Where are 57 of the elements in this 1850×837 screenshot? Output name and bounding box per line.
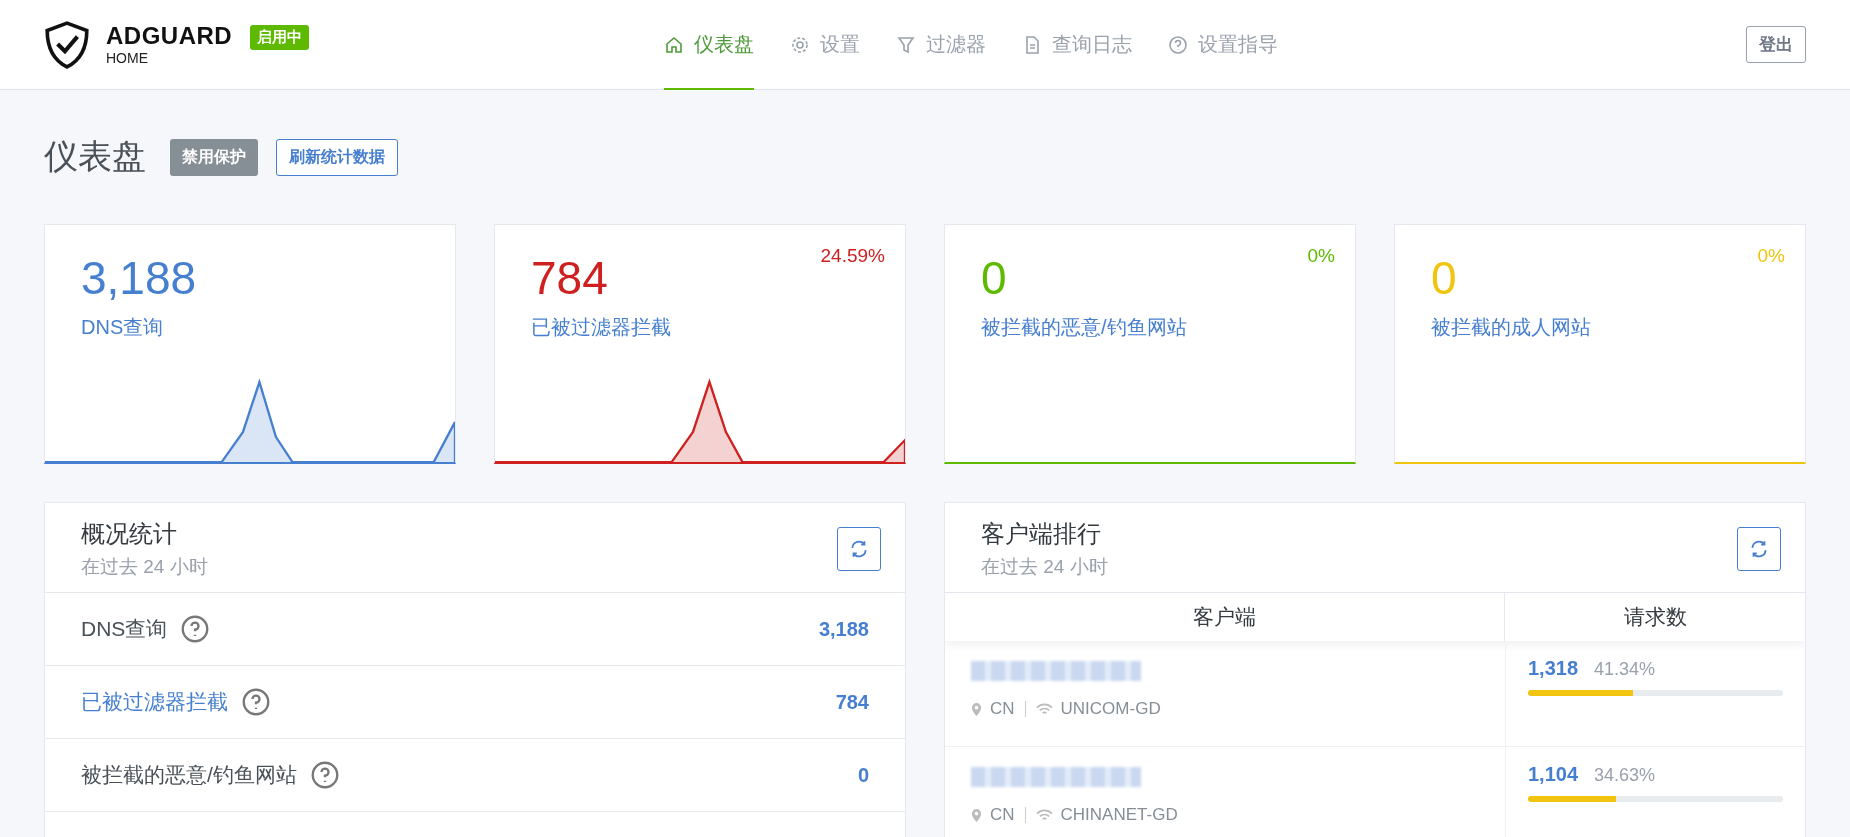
- network-name: UNICOM-GD: [1060, 699, 1161, 719]
- panel-subtitle: 在过去 24 小时: [981, 554, 1108, 579]
- panel-subtitle: 在过去 24 小时: [81, 554, 208, 579]
- stat-row-value: 0: [857, 763, 869, 787]
- nav-tab[interactable]: 过滤器: [896, 0, 986, 90]
- percentage: 0%: [1307, 245, 1335, 267]
- country-code: CN: [990, 699, 1015, 719]
- stat-label: 被拦截的成人网站: [1431, 314, 1592, 340]
- help-icon: [1168, 34, 1188, 55]
- percentage: 0%: [1757, 245, 1785, 267]
- help-icon[interactable]: [181, 615, 210, 643]
- stat-row-label: 被拦截的恶意/钓鱼网站: [81, 762, 297, 788]
- help-icon[interactable]: [310, 761, 339, 789]
- stat-label: 已被过滤器拦截: [531, 314, 672, 340]
- stat-label: DNS查询: [81, 314, 165, 340]
- help-icon[interactable]: [242, 688, 270, 716]
- stat-value: 3,188: [81, 253, 197, 304]
- refresh-stats-button[interactable]: 刷新统计数据: [276, 138, 398, 176]
- stat-row-label[interactable]: 已被过滤器拦截: [81, 688, 228, 716]
- stat-row-value: 3,188: [818, 617, 869, 641]
- logout-button[interactable]: 登出: [1746, 26, 1806, 63]
- column-header: 请求数: [1622, 604, 1688, 630]
- nav-tab[interactable]: 设置指导: [1168, 0, 1278, 90]
- panel-title: 概况统计: [81, 518, 178, 549]
- shield-check-icon: [44, 19, 90, 70]
- brand-subtitle: HOME: [106, 51, 149, 65]
- stat-value: 0: [981, 253, 1007, 304]
- location-pin-icon: [971, 701, 982, 717]
- refresh-button[interactable]: [837, 526, 881, 571]
- nav-tab[interactable]: 仪表盘: [664, 0, 754, 90]
- nav-tab[interactable]: 设置: [790, 0, 860, 90]
- gear-icon: [790, 34, 810, 55]
- column-header: 客户端: [945, 593, 1505, 641]
- request-percentage: 34.63%: [1594, 765, 1656, 786]
- request-count: 1,318: [1528, 657, 1579, 680]
- nav-tab[interactable]: 查询日志: [1022, 0, 1132, 90]
- stat-row-value: 784: [835, 690, 869, 714]
- brand-name: ADGUARD: [106, 24, 233, 48]
- stat-value: 0: [1431, 253, 1457, 304]
- stat-value: 784: [531, 253, 608, 304]
- location-pin-icon: [971, 807, 982, 823]
- wifi-icon: [1035, 808, 1053, 822]
- refresh-button[interactable]: [1737, 526, 1781, 571]
- network-name: CHINANET-GD: [1060, 805, 1178, 825]
- filter-icon: [896, 34, 916, 55]
- panel-title: 客户端排行: [981, 518, 1102, 549]
- wifi-icon: [1035, 702, 1053, 716]
- percentage: 24.59%: [820, 245, 885, 267]
- request-count: 1,104: [1528, 763, 1579, 786]
- stat-label: 被拦截的恶意/钓鱼网站: [981, 314, 1188, 340]
- status-badge: 启用中: [250, 25, 310, 50]
- page-title: 仪表盘: [44, 136, 146, 177]
- house-icon: [664, 34, 684, 55]
- stat-row-label: DNS查询: [81, 616, 168, 642]
- request-percentage: 41.34%: [1594, 659, 1656, 680]
- disable-protection-button[interactable]: 禁用保护: [170, 138, 258, 176]
- country-code: CN: [990, 805, 1015, 825]
